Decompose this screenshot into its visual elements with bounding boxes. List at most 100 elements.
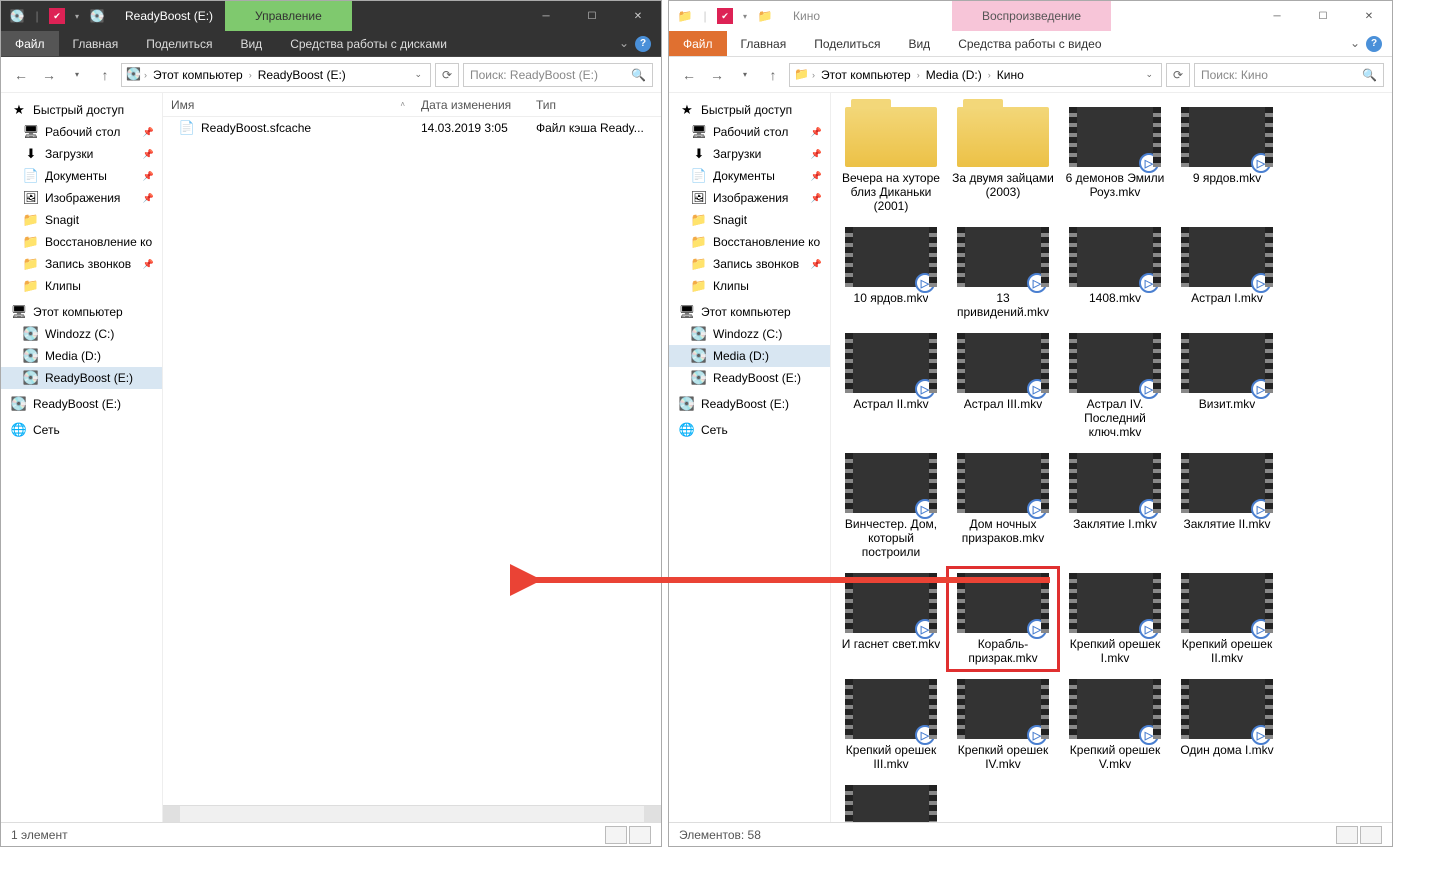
sidebar-item[interactable]: 🖼Изображения📌 [669, 187, 830, 209]
sidebar-drive[interactable]: 💽Media (D:) [1, 345, 162, 367]
sidebar-quick-access[interactable]: ★Быстрый доступ [669, 99, 830, 121]
video-item[interactable]: ▷ Дом ночных призраков.mkv [949, 449, 1057, 563]
chevron-right-icon[interactable]: › [144, 70, 147, 80]
sidebar-drive-root[interactable]: 💽ReadyBoost (E:) [669, 393, 830, 415]
video-item[interactable]: ▷ Крепкий орешек III.mkv [837, 675, 945, 775]
search-input[interactable]: Поиск: ReadyBoost (E:) 🔍 [463, 63, 653, 87]
sidebar-item[interactable]: ⬇Загрузки📌 [1, 143, 162, 165]
ribbon-tab-view[interactable]: Вид [894, 31, 944, 56]
sidebar-item[interactable]: 🖥Рабочий стол📌 [1, 121, 162, 143]
file-tab[interactable]: Файл [1, 31, 59, 56]
sidebar-network[interactable]: 🌐Сеть [1, 419, 162, 441]
nav-forward-button[interactable]: → [705, 63, 729, 87]
sidebar-drive[interactable]: 💽ReadyBoost (E:) [1, 367, 162, 389]
video-item[interactable]: ▷ Корабль-призрак.mkv [949, 569, 1057, 669]
contextual-tab[interactable]: Управление [225, 1, 352, 31]
sidebar-drive[interactable]: 💽ReadyBoost (E:) [669, 367, 830, 389]
video-item[interactable]: ▷ Астрал I.mkv [1173, 223, 1281, 323]
video-item[interactable]: ▷ Астрал II.mkv [837, 329, 945, 443]
view-icons-button[interactable] [629, 826, 651, 844]
video-item[interactable]: ▷ Заклятие II.mkv [1173, 449, 1281, 563]
chevron-right-icon[interactable]: › [812, 70, 815, 80]
maximize-button[interactable]: ☐ [1300, 1, 1346, 31]
sidebar-item[interactable]: 📁Snagit [669, 209, 830, 231]
nav-history-icon[interactable]: ▾ [733, 63, 757, 87]
breadcrumb[interactable]: 📁 › Этот компьютер › Media (D:) › Кино ⌄ [789, 63, 1162, 87]
view-icons-button[interactable] [1360, 826, 1382, 844]
horizontal-scrollbar[interactable] [163, 805, 661, 822]
ribbon-tab-home[interactable]: Главная [727, 31, 801, 56]
sidebar-item[interactable]: 📁Клипы [1, 275, 162, 297]
video-item[interactable]: ▷ Заклятие I.mkv [1061, 449, 1169, 563]
folder-item[interactable]: За двумя зайцами (2003) [949, 103, 1057, 217]
video-item[interactable]: ▷ 6 демонов Эмили Роуз.mkv [1061, 103, 1169, 217]
col-name[interactable]: Имя [171, 98, 194, 112]
nav-back-button[interactable]: ← [677, 63, 701, 87]
contextual-tab[interactable]: Воспроизведение [952, 1, 1111, 31]
breadcrumb[interactable]: 💽 › Этот компьютер › ReadyBoost (E:) ⌄ [121, 63, 431, 87]
close-button[interactable]: ✕ [615, 1, 661, 31]
breadcrumb-seg[interactable]: Этот компьютер [817, 68, 915, 82]
sidebar-item[interactable]: ⬇Загрузки📌 [669, 143, 830, 165]
video-item[interactable]: ▷ Астрал IV. Последний ключ.mkv [1061, 329, 1169, 443]
sidebar-this-pc[interactable]: 🖥Этот компьютер [669, 301, 830, 323]
sidebar-item[interactable]: 📄Документы📌 [669, 165, 830, 187]
breadcrumb-dropdown-icon[interactable]: ⌄ [414, 69, 422, 80]
sidebar-drive-root[interactable]: 💽ReadyBoost (E:) [1, 393, 162, 415]
sidebar-item[interactable]: 📁Запись звонков📌 [1, 253, 162, 275]
ribbon-expand-icon[interactable]: ⌄ [1350, 36, 1360, 52]
sidebar-item[interactable]: 📁Клипы [669, 275, 830, 297]
folder-item[interactable]: Вечера на хуторе близ Диканьки (2001) [837, 103, 945, 217]
sidebar-drive[interactable]: 💽Windozz (C:) [669, 323, 830, 345]
sidebar-item[interactable]: 📁Запись звонков📌 [669, 253, 830, 275]
video-item[interactable]: ▷ 1408.mkv [1061, 223, 1169, 323]
sidebar-item[interactable]: 📄Документы📌 [1, 165, 162, 187]
ribbon-expand-icon[interactable]: ⌄ [619, 36, 629, 52]
qat-dropdown-icon[interactable]: ▾ [69, 8, 85, 24]
maximize-button[interactable]: ☐ [569, 1, 615, 31]
titlebar[interactable]: 💽 | ✔ ▾ 💽 ReadyBoost (E:) Управление ─ ☐… [1, 1, 661, 31]
sidebar-item[interactable]: 🖥Рабочий стол📌 [669, 121, 830, 143]
video-item[interactable]: ▷ 9 ярдов.mkv [1173, 103, 1281, 217]
view-details-button[interactable] [605, 826, 627, 844]
video-item[interactable]: ▷ Крепкий орешек II.mkv [1173, 569, 1281, 669]
refresh-button[interactable]: ⟳ [1166, 63, 1190, 87]
search-icon[interactable]: 🔍 [631, 68, 646, 82]
breadcrumb-seg[interactable]: Этот компьютер [149, 68, 247, 82]
nav-history-icon[interactable]: ▾ [65, 63, 89, 87]
video-item[interactable]: ▷ Крепкий орешек V.mkv [1061, 675, 1169, 775]
video-item[interactable]: ▷ Один дома II.mkv [837, 781, 945, 822]
breadcrumb-dropdown-icon[interactable]: ⌄ [1145, 69, 1153, 80]
help-icon[interactable]: ? [1366, 36, 1382, 52]
sidebar-this-pc[interactable]: 🖥Этот компьютер [1, 301, 162, 323]
chevron-right-icon[interactable]: › [249, 70, 252, 80]
video-item[interactable]: ▷ Один дома I.mkv [1173, 675, 1281, 775]
col-type[interactable]: Тип [528, 98, 661, 112]
sidebar-item[interactable]: 📁Snagit [1, 209, 162, 231]
ribbon-tab-share[interactable]: Поделиться [800, 31, 894, 56]
video-item[interactable]: ▷ Крепкий орешек IV.mkv [949, 675, 1057, 775]
col-date[interactable]: Дата изменения [413, 98, 528, 112]
refresh-button[interactable]: ⟳ [435, 63, 459, 87]
chevron-right-icon[interactable]: › [917, 70, 920, 80]
minimize-button[interactable]: ─ [1254, 1, 1300, 31]
ribbon-tab-videotools[interactable]: Средства работы с видео [944, 31, 1115, 56]
video-item[interactable]: ▷ Астрал III.mkv [949, 329, 1057, 443]
qat-dropdown-icon[interactable]: ▾ [737, 8, 753, 24]
search-icon[interactable]: 🔍 [1362, 68, 1377, 82]
video-item[interactable]: ▷ Винчестер. Дом, который построили приз… [837, 449, 945, 563]
sidebar-drive[interactable]: 💽Windozz (C:) [1, 323, 162, 345]
checkbox-icon[interactable]: ✔ [49, 8, 65, 24]
sidebar-item[interactable]: 📁Восстановление ко [1, 231, 162, 253]
ribbon-tab-home[interactable]: Главная [59, 31, 133, 56]
sidebar-drive[interactable]: 💽Media (D:) [669, 345, 830, 367]
breadcrumb-seg[interactable]: ReadyBoost (E:) [254, 68, 350, 82]
video-item[interactable]: ▷ 10 ярдов.mkv [837, 223, 945, 323]
sidebar-item[interactable]: 📁Восстановление ко [669, 231, 830, 253]
help-icon[interactable]: ? [635, 36, 651, 52]
file-row[interactable]: 📄ReadyBoost.sfcache 14.03.2019 3:05 Файл… [163, 117, 661, 139]
file-tab[interactable]: Файл [669, 31, 727, 56]
nav-forward-button[interactable]: → [37, 63, 61, 87]
sidebar-item[interactable]: 🖼Изображения📌 [1, 187, 162, 209]
titlebar[interactable]: 📁 | ✔ ▾ 📁 Кино Воспроизведение ─ ☐ ✕ [669, 1, 1392, 31]
